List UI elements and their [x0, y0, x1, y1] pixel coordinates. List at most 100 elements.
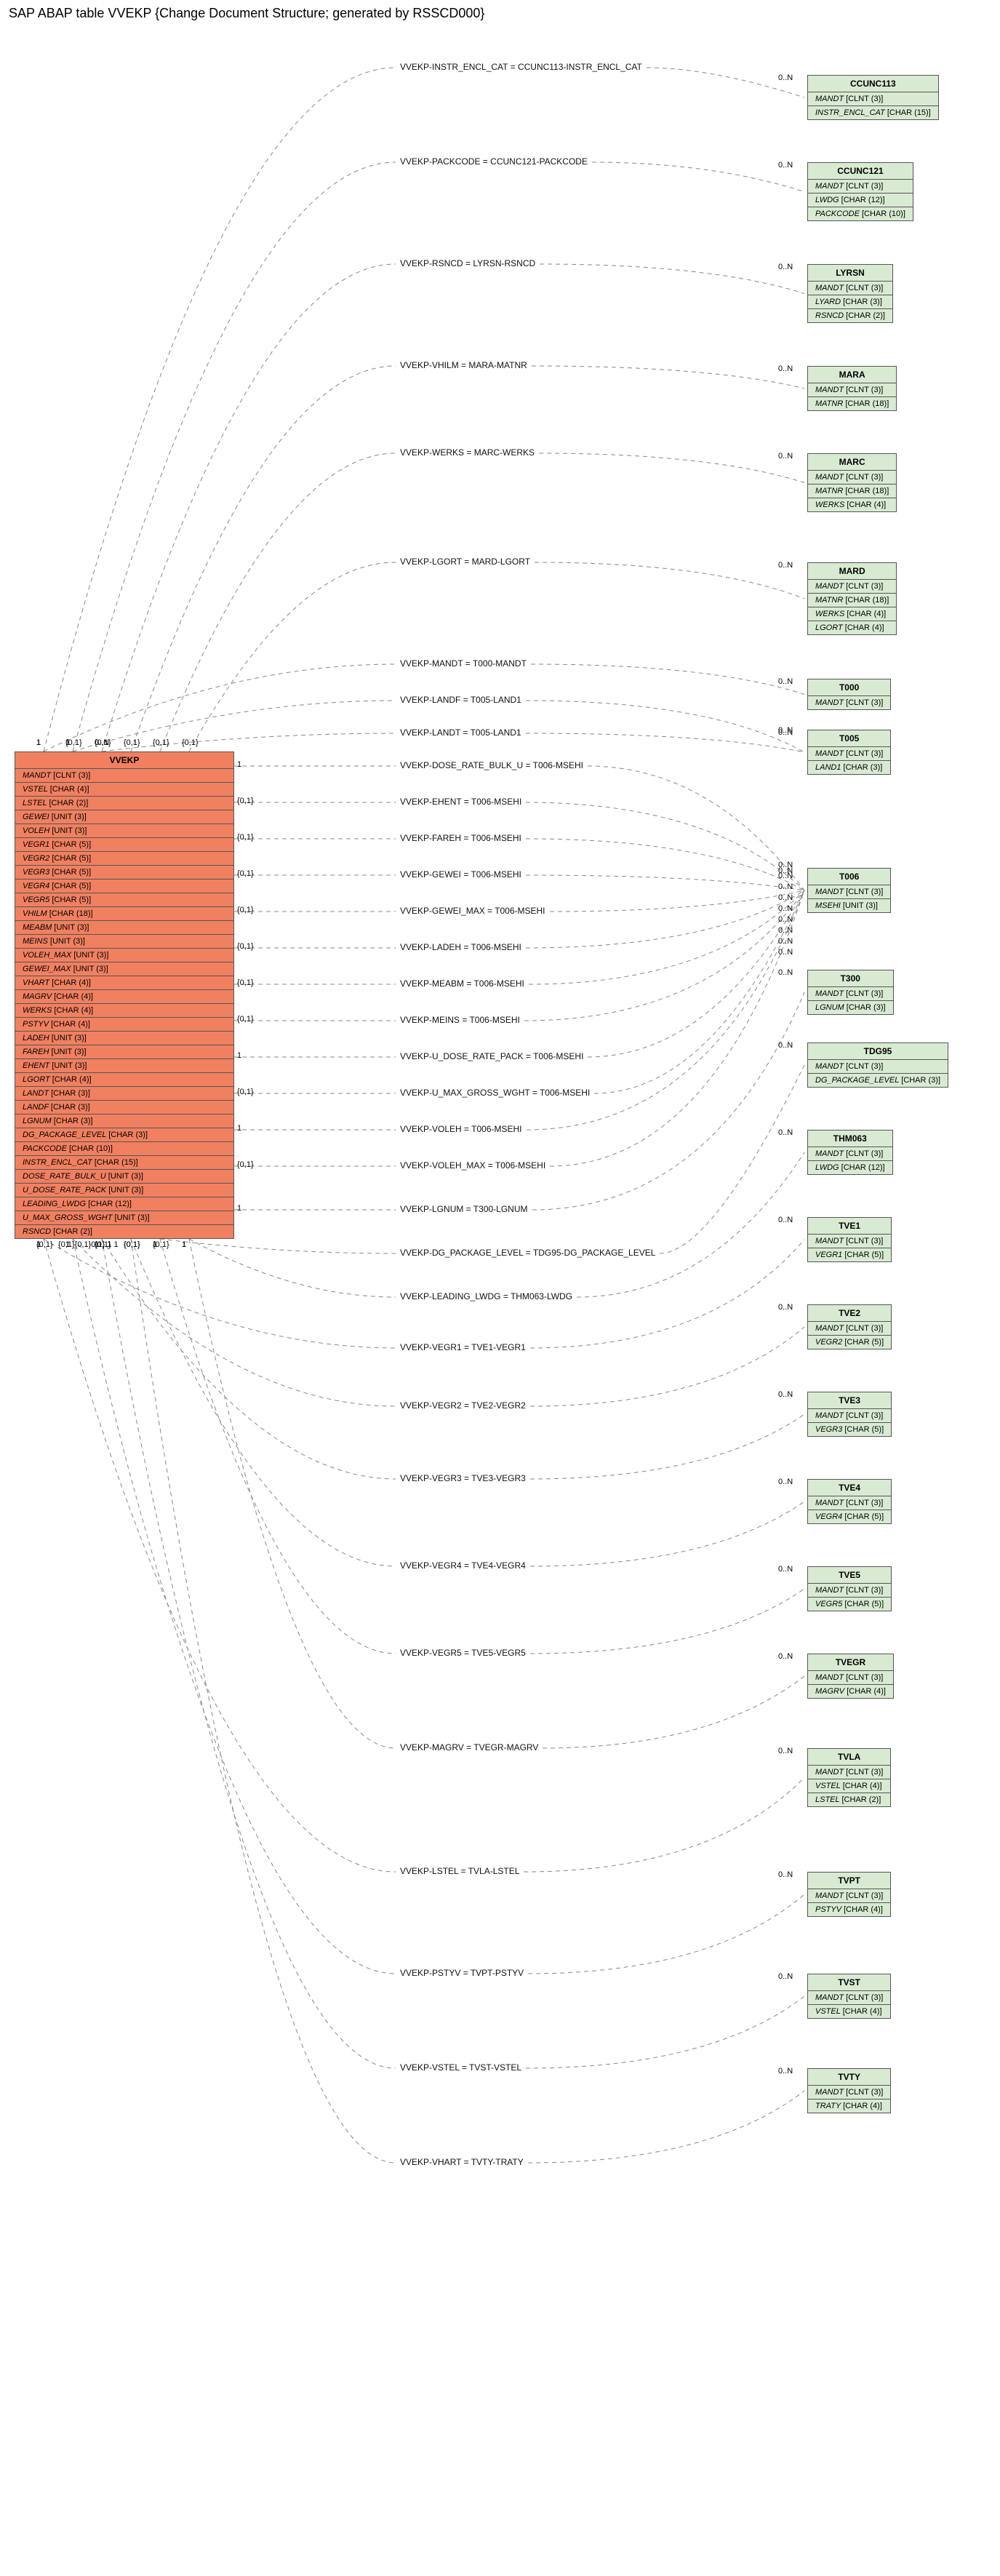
- field-magrv: MAGRV [CHAR (4)]: [15, 990, 233, 1004]
- entity-header: T006: [808, 869, 890, 885]
- cardinality-right: 0..N: [778, 161, 793, 170]
- cardinality-right: 0..N: [778, 561, 793, 570]
- cardinality-left: {0,1}: [237, 1160, 254, 1169]
- entity-header: T300: [808, 970, 893, 987]
- field-mandt: MANDT [CLNT (3)]: [808, 1991, 890, 2005]
- entity-header: VVEKP: [15, 752, 233, 769]
- field-matnr: MATNR [CHAR (18)]: [808, 397, 896, 410]
- field-matnr: MATNR [CHAR (18)]: [808, 594, 896, 607]
- cardinality-left: {0,1}: [124, 1240, 140, 1249]
- cardinality-right: 0..N: [778, 1128, 793, 1137]
- field-lgnum: LGNUM [CHAR (3)]: [15, 1114, 233, 1128]
- field-lwdg: LWDG [CHAR (12)]: [808, 194, 913, 207]
- field-lgnum: LGNUM [CHAR (3)]: [808, 1001, 893, 1014]
- field-mandt: MANDT [CLNT (3)]: [808, 1766, 890, 1779]
- field-pstyv: PSTYV [CHAR (4)]: [15, 1018, 233, 1032]
- entity-ccunc113: CCUNC113MANDT [CLNT (3)]INSTR_ENCL_CAT […: [807, 75, 939, 120]
- diagram-canvas: VVEKPMANDT [CLNT (3)]VSTEL [CHAR (4)]LST…: [0, 24, 1000, 2570]
- entity-header: LYRSN: [808, 265, 892, 282]
- entity-vvekp: VVEKPMANDT [CLNT (3)]VSTEL [CHAR (4)]LST…: [15, 751, 234, 1239]
- field-werks: WERKS [CHAR (4)]: [808, 498, 896, 511]
- field-mandt: MANDT [CLNT (3)]: [808, 2086, 890, 2100]
- field-lyard: LYARD [CHAR (3)]: [808, 295, 892, 309]
- field-ehent: EHENT [UNIT (3)]: [15, 1059, 233, 1073]
- relation-label: VVEKP-MAGRV = TVEGR-MAGRV: [400, 1742, 538, 1752]
- entity-header: TVE1: [808, 1218, 891, 1235]
- relation-label: VVEKP-LGORT = MARD-LGORT: [400, 557, 530, 567]
- cardinality-left: {0,1}: [65, 738, 82, 747]
- relation-label: VVEKP-VEGR3 = TVE3-VEGR3: [400, 1473, 526, 1483]
- field-instr_encl_cat: INSTR_ENCL_CAT [CHAR (15)]: [15, 1156, 233, 1170]
- entity-header: TVST: [808, 1974, 890, 1991]
- entity-header: CCUNC121: [808, 163, 913, 180]
- field-mandt: MANDT [CLNT (3)]: [808, 1584, 891, 1598]
- cardinality-right: 0..N: [778, 926, 793, 935]
- field-leading_lwdg: LEADING_LWDG [CHAR (12)]: [15, 1197, 233, 1211]
- cardinality-left: {0,1}: [237, 906, 254, 914]
- field-mandt: MANDT [CLNT (3)]: [15, 769, 233, 783]
- field-meabm: MEABM [UNIT (3)]: [15, 921, 233, 935]
- relation-label: VVEKP-INSTR_ENCL_CAT = CCUNC113-INSTR_EN…: [400, 62, 642, 72]
- field-vegr2: VEGR2 [CHAR (5)]: [808, 1336, 891, 1349]
- field-mandt: MANDT [CLNT (3)]: [808, 180, 913, 194]
- cardinality-left: 1: [237, 760, 241, 769]
- entity-tvpt: TVPTMANDT [CLNT (3)]PSTYV [CHAR (4)]: [807, 1872, 891, 1917]
- entity-mara: MARAMANDT [CLNT (3)]MATNR [CHAR (18)]: [807, 366, 897, 411]
- cardinality-left: 1: [237, 1124, 241, 1133]
- cardinality-left: {0,1}: [153, 1240, 169, 1249]
- field-vstel: VSTEL [CHAR (4)]: [808, 1779, 890, 1793]
- page-title: SAP ABAP table VVEKP {Change Document St…: [0, 0, 1000, 24]
- cardinality-left: {0,1}: [95, 738, 111, 747]
- relation-label: VVEKP-MEINS = T006-MSEHI: [400, 1015, 520, 1025]
- cardinality-left: 1: [36, 738, 41, 747]
- relation-label: VVEKP-VEGR2 = TVE2-VEGR2: [400, 1400, 526, 1411]
- entity-header: TVPT: [808, 1873, 890, 1889]
- entity-t006: T006MANDT [CLNT (3)]MSEHI [UNIT (3)]: [807, 868, 891, 913]
- cardinality-right: 0..N: [778, 73, 793, 82]
- cardinality-right: 0..N: [778, 452, 793, 460]
- entity-tve3: TVE3MANDT [CLNT (3)]VEGR3 [CHAR (5)]: [807, 1392, 892, 1437]
- cardinality-left: 1: [237, 1204, 241, 1213]
- field-meins: MEINS [UNIT (3)]: [15, 935, 233, 949]
- relation-label: VVEKP-U_DOSE_RATE_PACK = T006-MSEHI: [400, 1051, 583, 1061]
- field-vegr5: VEGR5 [CHAR (5)]: [808, 1598, 891, 1611]
- cardinality-right: 0..N: [778, 915, 793, 924]
- entity-header: MARC: [808, 454, 896, 471]
- field-mandt: MANDT [CLNT (3)]: [808, 1060, 948, 1074]
- field-traty: TRATY [CHAR (4)]: [808, 2100, 890, 2113]
- field-lwdg: LWDG [CHAR (12)]: [808, 1161, 892, 1174]
- entity-tvty: TVTYMANDT [CLNT (3)]TRATY [CHAR (4)]: [807, 2068, 891, 2113]
- field-vegr3: VEGR3 [CHAR (5)]: [808, 1423, 891, 1436]
- field-lstel: LSTEL [CHAR (2)]: [808, 1793, 890, 1806]
- field-u_max_gross_wght: U_MAX_GROSS_WGHT [UNIT (3)]: [15, 1211, 233, 1225]
- field-vegr1: VEGR1 [CHAR (5)]: [15, 838, 233, 852]
- field-rsncd: RSNCD [CHAR (2)]: [15, 1225, 233, 1238]
- cardinality-left: {0,1}: [124, 738, 140, 747]
- field-mandt: MANDT [CLNT (3)]: [808, 696, 890, 709]
- entity-header: THM063: [808, 1131, 892, 1147]
- cardinality-right: 0..N: [778, 872, 793, 880]
- entity-thm063: THM063MANDT [CLNT (3)]LWDG [CHAR (12)]: [807, 1130, 893, 1175]
- field-dose_rate_bulk_u: DOSE_RATE_BULK_U [UNIT (3)]: [15, 1170, 233, 1184]
- entity-tdg95: TDG95MANDT [CLNT (3)]DG_PACKAGE_LEVEL [C…: [807, 1042, 948, 1088]
- cardinality-right: 0..N: [778, 882, 793, 891]
- field-vegr5: VEGR5 [CHAR (5)]: [15, 893, 233, 907]
- cardinality-right: 0..N: [778, 1747, 793, 1755]
- entity-t005: T005MANDT [CLNT (3)]LAND1 [CHAR (3)]: [807, 730, 891, 775]
- relation-label: VVEKP-LGNUM = T300-LGNUM: [400, 1204, 528, 1214]
- relation-label: VVEKP-RSNCD = LYRSN-RSNCD: [400, 258, 535, 268]
- relation-label: VVEKP-DG_PACKAGE_LEVEL = TDG95-DG_PACKAG…: [400, 1248, 655, 1258]
- field-voleh_max: VOLEH_MAX [UNIT (3)]: [15, 949, 233, 962]
- cardinality-right: 0..N: [778, 1652, 793, 1661]
- field-vegr4: VEGR4 [CHAR (5)]: [808, 1510, 891, 1523]
- cardinality-left: {0,1}: [237, 797, 254, 805]
- field-landt: LANDT [CHAR (3)]: [15, 1087, 233, 1101]
- cardinality-left: {0,1}: [237, 869, 254, 878]
- cardinality-right: 0..N: [778, 1303, 793, 1312]
- entity-tvst: TVSTMANDT [CLNT (3)]VSTEL [CHAR (4)]: [807, 1974, 891, 2019]
- relation-label: VVEKP-GEWEI_MAX = T006-MSEHI: [400, 906, 545, 916]
- cardinality-right: 0..N: [778, 1870, 793, 1879]
- relation-label: VVEKP-PACKCODE = CCUNC121-PACKCODE: [400, 156, 588, 167]
- field-vhart: VHART [CHAR (4)]: [15, 976, 233, 990]
- cardinality-right: 0..N: [778, 263, 793, 271]
